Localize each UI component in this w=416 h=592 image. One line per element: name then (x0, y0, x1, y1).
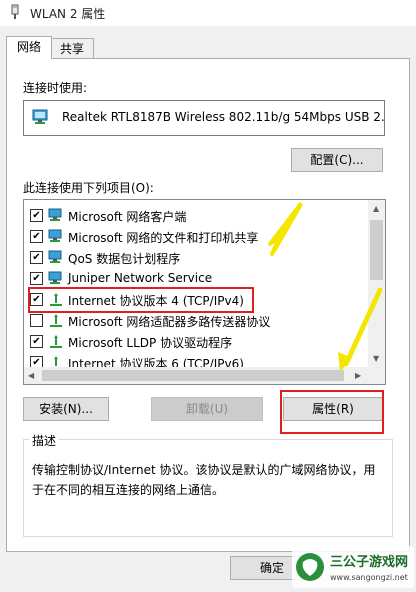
yellow-arrow-upper-shaft (271, 202, 303, 253)
watermark-graphic: 三公子游戏网 www.sangongzi.net (292, 546, 414, 588)
yellow-arrow-lower-shaft (343, 287, 383, 367)
site-watermark-logo: 三公子游戏网 www.sangongzi.net (292, 546, 414, 588)
watermark-brand: 三公子游戏网 (330, 554, 408, 570)
tab-network-label: 网络 (16, 40, 41, 54)
annotation-arrows (268, 202, 383, 372)
tab-network[interactable]: 网络 (6, 36, 52, 59)
watermark-url: www.sangongzi.net (330, 573, 408, 582)
